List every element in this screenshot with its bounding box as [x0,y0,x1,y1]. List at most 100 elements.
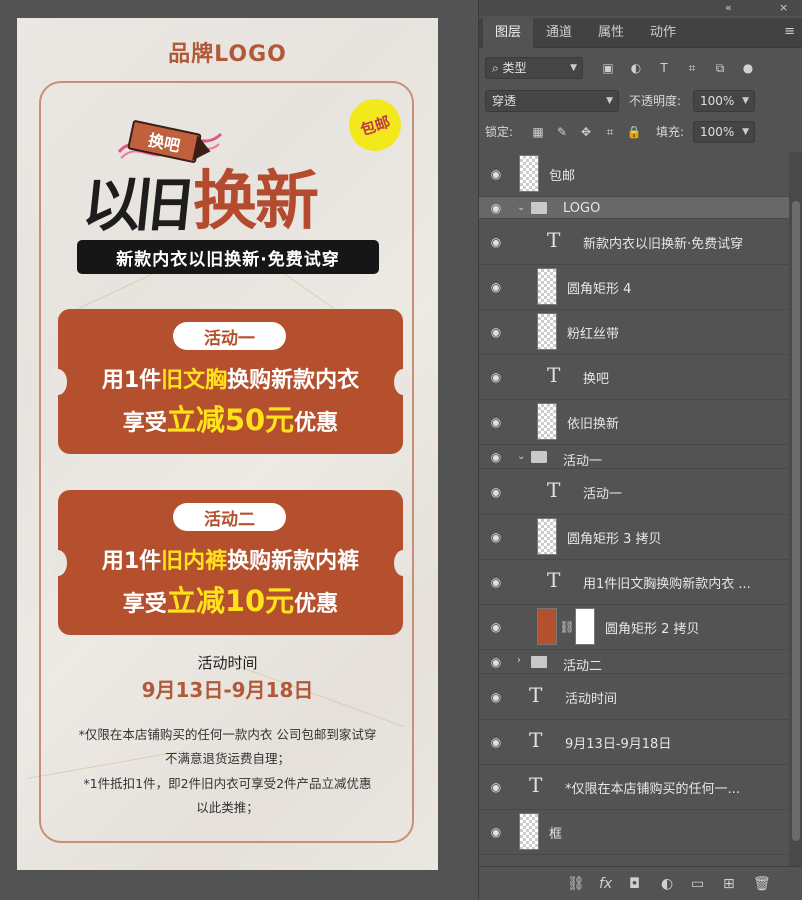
visibility-eye-icon[interactable]: ◉ [489,415,503,429]
layers-scrollbar[interactable] [789,152,802,866]
layer-row[interactable]: ◉ T 活动一 [479,470,789,515]
filter-kind-value: 类型 [502,61,527,75]
layer-group-row[interactable]: ◉ ⌄ LOGO [479,197,789,219]
visibility-eye-icon[interactable]: ◉ [489,235,503,249]
text-span: 换购新款内衣 [227,368,360,393]
layer-group-row[interactable]: ◉ › 活动二 [479,650,789,674]
dock-arrow-icon[interactable]: « [725,1,732,14]
layer-name: 活动二 [563,659,603,674]
tab-properties[interactable]: 属性 [585,18,637,48]
search-icon: ⌕ [492,61,503,75]
lock-transparent-icon[interactable]: ▦ [530,124,546,140]
layer-name: 9月13日-9月18日 [565,737,672,752]
chevron-down-icon: ▼ [742,127,749,137]
layer-name: LOGO [563,201,601,216]
text-span: 享受 [122,592,167,617]
visibility-eye-icon[interactable]: ◉ [489,167,503,181]
lock-artboard-icon[interactable]: ⌗ [602,124,618,140]
chevron-right-icon[interactable]: › [517,655,521,666]
link-icon[interactable]: ⛓ [559,619,575,635]
layer-row[interactable]: ◉ 依旧换新 [479,400,789,445]
activity-one-card: 活动一 用1件旧文胸换购新款内衣 享受立减50元优惠 [49,309,412,454]
visibility-eye-icon[interactable]: ◉ [489,325,503,339]
layers-panel: « × 图层 通道 属性 动作 ≡ ⌕ 类型 ▼ ▣ ◐ T ⌗ ⧉ ● 穿透 [478,0,802,900]
canvas-area[interactable]: 品牌LOGO 包邮 换吧 以旧 换新 新款内衣以旧换新·免费试穿 活动一 用1件… [0,0,458,900]
layer-row[interactable]: ◉ ⛓ 圆角矩形 2 拷贝 [479,605,789,650]
dock-close-icon[interactable]: × [779,1,788,14]
shape-thumbnail [537,518,557,555]
link-icon[interactable]: ⛓ [567,876,585,892]
layer-row[interactable]: ◉ 圆角矩形 3 拷贝 [479,515,789,560]
blend-mode-select[interactable]: 穿透 ▼ [485,90,619,112]
lock-paint-icon[interactable]: ✎ [554,124,570,140]
text-span: 优惠 [294,592,339,617]
brand-logo-text: 品牌LOGO [168,42,287,67]
visibility-eye-icon[interactable]: ◉ [489,690,503,704]
visibility-eye-icon[interactable]: ◉ [489,655,503,669]
filter-toggle-icon[interactable]: ● [740,60,756,76]
layer-thumbnail [537,403,557,440]
tab-actions[interactable]: 动作 [637,18,689,48]
chevron-down-icon[interactable]: ⌄ [517,451,525,462]
folder-icon [531,202,547,214]
layer-row[interactable]: ◉ T 用1件旧文胸换购新款内衣 ... [479,560,789,605]
visibility-eye-icon[interactable]: ◉ [489,450,503,464]
visibility-eye-icon[interactable]: ◉ [489,201,503,215]
layer-row[interactable]: ◉ 框 [479,810,789,855]
layer-row[interactable]: ◉ T *仅限在本店铺购买的任何一... [479,765,789,810]
text-span: 用1件 [101,549,162,574]
new-layer-icon[interactable]: ⊞ [723,876,735,892]
visibility-eye-icon[interactable]: ◉ [489,620,503,634]
adjustment-icon[interactable]: ◐ [661,876,673,892]
text-layer-icon: T [529,773,543,797]
fill-field[interactable]: 100% ▼ [693,121,755,143]
trash-icon[interactable]: 🗑 [753,876,771,892]
layer-row[interactable]: ◉ T 换吧 [479,355,789,400]
visibility-eye-icon[interactable]: ◉ [489,530,503,544]
layer-name: 圆角矩形 3 拷贝 [567,532,662,547]
activity-time-label: 活动时间 [197,654,258,672]
text-filter-icon[interactable]: T [656,60,672,76]
visibility-eye-icon[interactable]: ◉ [489,280,503,294]
smart-object-filter-icon[interactable]: ⧉ [712,60,728,76]
layer-row[interactable]: ◉ 粉红丝带 [479,310,789,355]
layer-row[interactable]: ◉ 圆角矩形 4 [479,265,789,310]
lock-move-icon[interactable]: ✥ [578,124,594,140]
chevron-down-icon[interactable]: ⌄ [517,202,525,213]
visibility-eye-icon[interactable]: ◉ [489,735,503,749]
lock-all-icon[interactable]: 🔒 [626,124,642,140]
visibility-eye-icon[interactable]: ◉ [489,370,503,384]
folder-icon[interactable]: ▭ [691,876,704,892]
filter-kind-select[interactable]: ⌕ 类型 ▼ [485,57,583,79]
visibility-eye-icon[interactable]: ◉ [489,575,503,589]
tab-channels[interactable]: 通道 [533,18,585,48]
layer-name: 粉红丝带 [567,327,620,342]
text-span: 换购新款内裤 [227,549,360,574]
layer-row[interactable]: ◉ 包邮 [479,152,789,197]
opacity-field[interactable]: 100% ▼ [693,90,755,112]
layer-row[interactable]: ◉ T 新款内衣以旧换新·免费试穿 [479,220,789,265]
layer-row[interactable]: ◉ T 活动时间 [479,675,789,720]
layers-bottom-bar: ⛓ fx ◘ ◐ ▭ ⊞ 🗑 [479,866,802,900]
layer-list[interactable]: ◉ 包邮 ◉ ⌄ LOGO ◉ T 新款内衣以旧换新·免费试穿 ◉ 圆角矩形 4 [479,152,789,866]
visibility-eye-icon[interactable]: ◉ [489,780,503,794]
adjustment-filter-icon[interactable]: ◐ [628,60,644,76]
visibility-eye-icon[interactable]: ◉ [489,485,503,499]
layer-name: 活动一 [583,487,623,502]
tab-layers[interactable]: 图层 [483,18,533,48]
scrollbar-thumb[interactable] [792,201,800,841]
layer-thumbnail [519,155,539,192]
pixel-filter-icon[interactable]: ▣ [600,60,616,76]
layer-name: 框 [549,827,563,842]
visibility-eye-icon[interactable]: ◉ [489,825,503,839]
poster-artboard[interactable]: 品牌LOGO 包邮 换吧 以旧 换新 新款内衣以旧换新·免费试穿 活动一 用1件… [17,18,438,870]
fx-icon[interactable]: fx [599,876,612,892]
mask-icon[interactable]: ◘ [629,876,640,892]
layer-row[interactable]: ◉ T 9月13日-9月18日 [479,720,789,765]
panel-menu-icon[interactable]: ≡ [784,24,795,39]
text-layer-icon: T [529,683,543,707]
layer-group-row[interactable]: ◉ ⌄ 活动一 [479,445,789,469]
activity-two-pill: 活动二 [173,503,286,531]
shape-filter-icon[interactable]: ⌗ [684,60,700,76]
chevron-down-icon: ▼ [606,96,613,106]
